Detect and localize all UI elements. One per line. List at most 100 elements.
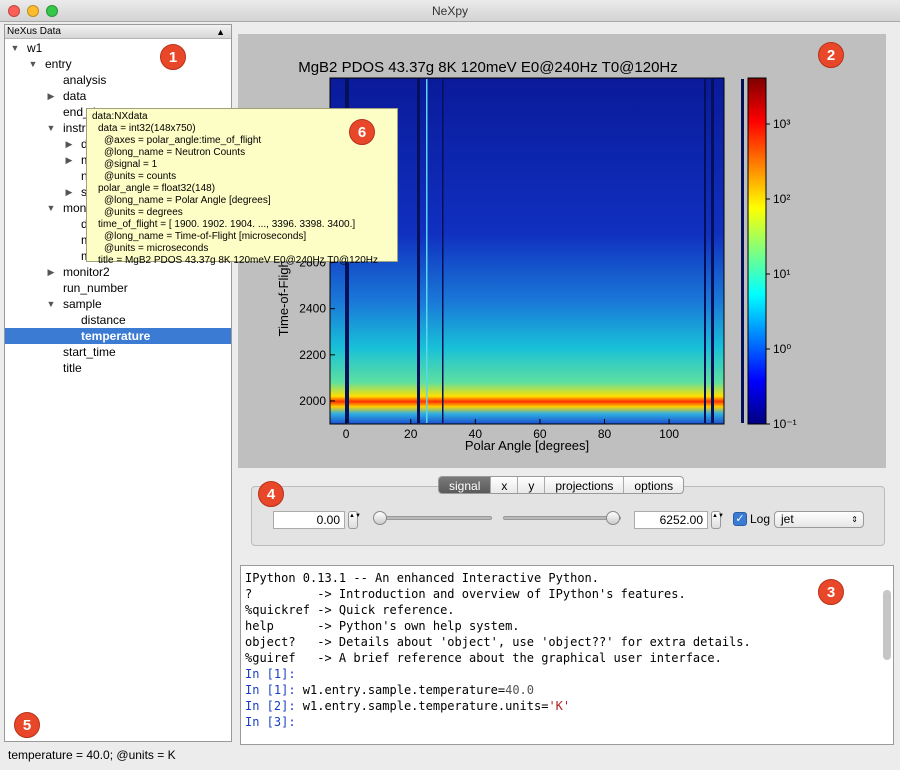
console-text: %guiref -> A brief reference about the g… (245, 651, 722, 665)
console-text: 'K' (548, 699, 571, 713)
tooltip-line: @long_name = Polar Angle [degrees] (104, 195, 271, 206)
x-tick-label: 0 (343, 427, 350, 441)
tab-projections[interactable]: projections (545, 477, 625, 493)
detector-gap-stripe (704, 79, 706, 423)
annotation-badge-3: 3 (818, 579, 844, 605)
annotation-badge-5: 5 (14, 712, 40, 738)
tooltip-line: @units = degrees (104, 207, 183, 218)
tree-item-temperature[interactable]: temperature (5, 328, 231, 344)
tree-item-label: mon (63, 201, 87, 215)
tree-item-w1[interactable]: ▼ w1 (5, 40, 231, 56)
window-title: NeXpy (431, 4, 469, 18)
expanded-arrow-icon[interactable]: ▼ (27, 56, 39, 72)
console-prompt: In [1]: (245, 683, 303, 697)
tree-item-entry[interactable]: ▼ entry (5, 56, 231, 72)
tab-y[interactable]: y (518, 477, 546, 493)
expanded-arrow-icon[interactable]: ▼ (45, 120, 57, 136)
tree-item-label: instr (63, 121, 86, 135)
tree-item-label: entry (45, 57, 72, 71)
y-tick-label: 2000 (299, 394, 326, 408)
min-value-field[interactable]: 0.00 (273, 511, 345, 529)
tooltip-line: @signal = 1 (104, 159, 158, 170)
tree-item-data[interactable]: ▶ data (5, 88, 231, 104)
tree-item-label: sample (63, 297, 102, 311)
tooltip-line: @long_name = Time-of-Flight [microsecond… (104, 231, 307, 242)
status-bar-text: temperature = 40.0; @units = K (8, 748, 176, 762)
collapsed-arrow-icon[interactable]: ▶ (45, 264, 57, 280)
detector-gap-stripe (741, 79, 744, 423)
tooltip-line: polar_angle = float32(148) (98, 183, 216, 194)
min-slider-track[interactable] (374, 516, 492, 520)
collapsed-arrow-icon[interactable]: ▶ (63, 136, 75, 152)
colorbar-tick-label: 10¹ (773, 267, 790, 281)
collapsed-arrow-icon[interactable]: ▶ (45, 88, 57, 104)
collapsed-arrow-icon[interactable]: ▶ (63, 152, 75, 168)
console-line: object? -> Details about 'object', use '… (245, 634, 889, 650)
tree-item-title[interactable]: title (5, 360, 231, 376)
tooltip-line: @units = counts (104, 171, 177, 182)
min-slider-knob[interactable] (373, 511, 387, 525)
plot-title: MgB2 PDOS 43.37g 8K 120meV E0@240Hz T0@1… (298, 59, 678, 76)
tree-item-label: analysis (63, 73, 107, 87)
console-line: In [1]: w1.entry.sample.temperature=40.0 (245, 682, 889, 698)
tab-x[interactable]: x (491, 477, 519, 493)
console-line: In [2]: w1.entry.sample.temperature.unit… (245, 698, 889, 714)
tree-item-start-time[interactable]: start_time (5, 344, 231, 360)
expanded-arrow-icon[interactable]: ▼ (45, 296, 57, 312)
tab-signal[interactable]: signal (439, 477, 492, 493)
tooltip-line: time_of_flight = [ 1900. 1902. 1904. ...… (98, 219, 356, 230)
console-prompt: In [1]: (245, 667, 296, 681)
console-scrollbar[interactable] (883, 590, 891, 660)
tree-item-analysis[interactable]: analysis (5, 72, 231, 88)
tree-item-distance[interactable]: distance (5, 312, 231, 328)
ipython-console[interactable]: IPython 0.13.1 -- An enhanced Interactiv… (240, 565, 894, 745)
tab-options[interactable]: options (624, 477, 683, 493)
max-slider-track[interactable] (503, 516, 621, 520)
close-window-button[interactable] (8, 5, 20, 17)
console-text: w1.entry.sample.temperature= (302, 683, 506, 697)
min-spin-buttons[interactable]: ▲▼ (348, 511, 361, 529)
tree-item-label: run_number (63, 281, 128, 295)
console-text: 40.0 (505, 683, 534, 697)
colorbar (747, 77, 767, 425)
tooltip-line: title = MgB2 PDOS 43.37g 8K 120meV E0@24… (98, 255, 378, 266)
console-line: In [3]: (245, 714, 889, 730)
tooltip-line: data:NXdata (92, 111, 148, 122)
maximize-window-button[interactable] (46, 5, 58, 17)
annotation-badge-4: 4 (258, 481, 284, 507)
colormap-select[interactable]: jet ⇕ (774, 511, 864, 528)
annotation-badge-1: 1 (160, 44, 186, 70)
detector-gap-stripe (442, 79, 444, 423)
log-checkbox[interactable]: ✓ (733, 512, 747, 526)
tree-item-sample[interactable]: ▼ sample (5, 296, 231, 312)
console-line: IPython 0.13.1 -- An enhanced Interactiv… (245, 570, 889, 586)
max-slider-knob[interactable] (606, 511, 620, 525)
tree-item-label: w1 (27, 41, 43, 55)
detector-gap-stripe (711, 79, 714, 423)
x-tick-label: 20 (404, 427, 418, 441)
max-value-field[interactable]: 6252.00 (634, 511, 708, 529)
tree-item-run-number[interactable]: run_number (5, 280, 231, 296)
minimize-window-button[interactable] (27, 5, 39, 17)
x-tick-label: 100 (659, 427, 679, 441)
console-text: help -> Python's own help system. (245, 619, 520, 633)
tree-item-label: temperature (81, 329, 151, 343)
console-line: %quickref -> Quick reference. (245, 602, 889, 618)
window-titlebar: NeXpy (0, 0, 900, 22)
tree-item-label: title (63, 361, 82, 375)
tree-item-label: data (63, 89, 87, 103)
collapsed-arrow-icon[interactable]: ▶ (63, 184, 75, 200)
console-text: ? -> Introduction and overview of IPytho… (245, 587, 686, 601)
x-tick-label: 80 (598, 427, 612, 441)
expanded-arrow-icon[interactable]: ▼ (45, 200, 57, 216)
log-label: Log (750, 512, 771, 526)
colormap-value: jet (781, 512, 794, 526)
tree-header[interactable]: NeXus Data ▲ (5, 25, 231, 39)
bright-stripe (426, 79, 428, 423)
sort-arrow-icon[interactable]: ▲ (216, 25, 225, 39)
max-spin-buttons[interactable]: ▲▼ (711, 511, 724, 529)
expanded-arrow-icon[interactable]: ▼ (9, 40, 21, 56)
colorbar-tick-label: 10³ (773, 117, 790, 131)
colorbar-tick-label: 10⁰ (773, 342, 791, 356)
console-prompt: In [2]: (245, 699, 303, 713)
